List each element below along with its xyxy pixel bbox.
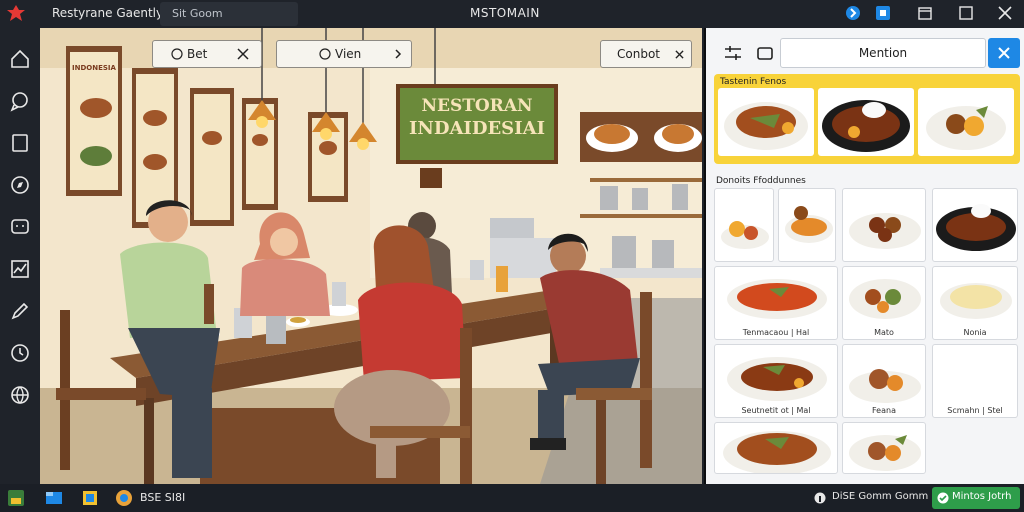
settings-icon[interactable] — [875, 5, 891, 21]
dish-card[interactable] — [714, 422, 838, 474]
status-badge[interactable]: Mintos Jotrh — [932, 487, 1020, 509]
scene-artwork — [40, 28, 702, 484]
taskbar-app-label[interactable]: BSE SI8I — [140, 491, 185, 504]
status-badge-label: Mintos Jotrh — [952, 491, 1012, 502]
dish-image — [723, 431, 831, 473]
clock-icon[interactable] — [9, 342, 31, 364]
dish-image — [785, 206, 833, 243]
dish-card[interactable] — [932, 188, 1018, 262]
compass-icon[interactable] — [9, 174, 31, 196]
menu-board-text: INDONESIA — [72, 64, 116, 72]
dish-card[interactable] — [714, 188, 774, 262]
featured-card[interactable] — [818, 88, 914, 156]
dish-card[interactable]: Tenmacaou | Hal — [714, 266, 838, 340]
close-icon — [998, 47, 1010, 59]
globe-icon[interactable] — [9, 384, 31, 406]
chart-icon[interactable] — [9, 258, 31, 280]
shield-icon[interactable] — [845, 5, 861, 21]
featured-card[interactable] — [918, 88, 1014, 156]
browser-icon[interactable] — [114, 488, 134, 508]
view-icon[interactable] — [319, 48, 331, 60]
taskbar: BSE SI8I DiSE Gomm Gomm Mintos Jotrh — [0, 484, 1024, 512]
toolbar-mid-label[interactable]: Vien — [335, 47, 361, 61]
dish-card[interactable]: Feana — [842, 344, 926, 418]
dish-card[interactable]: Scmahn | Stel — [932, 344, 1018, 418]
chevron-right-icon[interactable] — [393, 49, 403, 59]
search-clear-button[interactable] — [988, 38, 1020, 68]
close-icon[interactable] — [237, 48, 249, 60]
app-title: Restyrane Gaently — [52, 6, 164, 20]
section-title: Donoits Ffoddunnes — [716, 176, 806, 186]
taskbar-status-text: DiSE Gomm Gomm — [832, 491, 929, 502]
dish-card[interactable]: Mato — [842, 266, 926, 340]
explorer-icon[interactable] — [44, 488, 64, 508]
dish-card[interactable] — [778, 188, 836, 262]
app-logo-icon — [7, 5, 25, 21]
search-tab[interactable]: Sit Goom — [160, 2, 298, 26]
nav-rail — [0, 28, 40, 484]
maximize-icon[interactable] — [958, 5, 974, 21]
featured-title: Tastenin Fenos — [720, 77, 787, 87]
filter-icon[interactable] — [724, 45, 742, 61]
folder-icon[interactable] — [756, 45, 774, 61]
title-bar: Restyrane Gaently Sit Goom MSTOMAIN — [0, 0, 1024, 28]
document-icon[interactable] — [9, 132, 31, 154]
featured-card[interactable] — [718, 88, 814, 156]
scene-toolbar-mid: Vien — [276, 40, 412, 68]
scene-toolbar-left: Bet — [152, 40, 262, 68]
app-window: Restyrane Gaently Sit Goom MSTOMAIN NEST… — [0, 0, 1024, 512]
search-input[interactable]: Mention — [780, 38, 986, 68]
dish-image — [724, 102, 808, 150]
dish-image — [849, 435, 921, 471]
message-icon[interactable] — [9, 216, 31, 238]
dish-image — [721, 221, 769, 249]
start-icon[interactable] — [6, 488, 26, 508]
minimize-button[interactable] — [920, 4, 942, 24]
close-icon[interactable] — [675, 50, 684, 59]
window-title: MSTOMAIN — [470, 6, 540, 20]
dish-card[interactable]: Seutnetit ot | Mal — [714, 344, 838, 418]
dish-image — [822, 100, 910, 152]
scene-toolbar-right: Conbot — [600, 40, 692, 68]
files-icon[interactable] — [80, 488, 100, 508]
featured-section: Tastenin Fenos — [714, 74, 1020, 164]
info-icon[interactable] — [814, 491, 826, 505]
restaurant-sign-line2: INDAIDESIAI — [408, 118, 545, 139]
close-icon[interactable] — [997, 5, 1013, 21]
dish-image — [849, 213, 921, 249]
dish-card[interactable]: Nonia — [932, 266, 1018, 340]
check-icon — [937, 492, 949, 504]
side-panel: Mention Tastenin Fenos Donoits Ffoddunne… — [704, 28, 1024, 484]
restaurant-illustration: NESTORAN INDAIDESIAI INDONESIA Bet Vien … — [40, 28, 702, 484]
chat-icon[interactable] — [9, 90, 31, 112]
dish-image — [936, 204, 1016, 251]
toolbar-left-label[interactable]: Bet — [187, 47, 207, 61]
home-icon[interactable] — [9, 48, 31, 70]
toolbar-right-label[interactable]: Conbot — [617, 47, 660, 61]
radio-icon[interactable] — [171, 48, 183, 60]
pen-icon[interactable] — [9, 300, 31, 322]
dish-image — [926, 106, 1006, 150]
restaurant-sign-line1: NESTORAN — [421, 96, 533, 116]
dish-card[interactable] — [842, 422, 926, 474]
dish-card[interactable] — [842, 188, 926, 262]
